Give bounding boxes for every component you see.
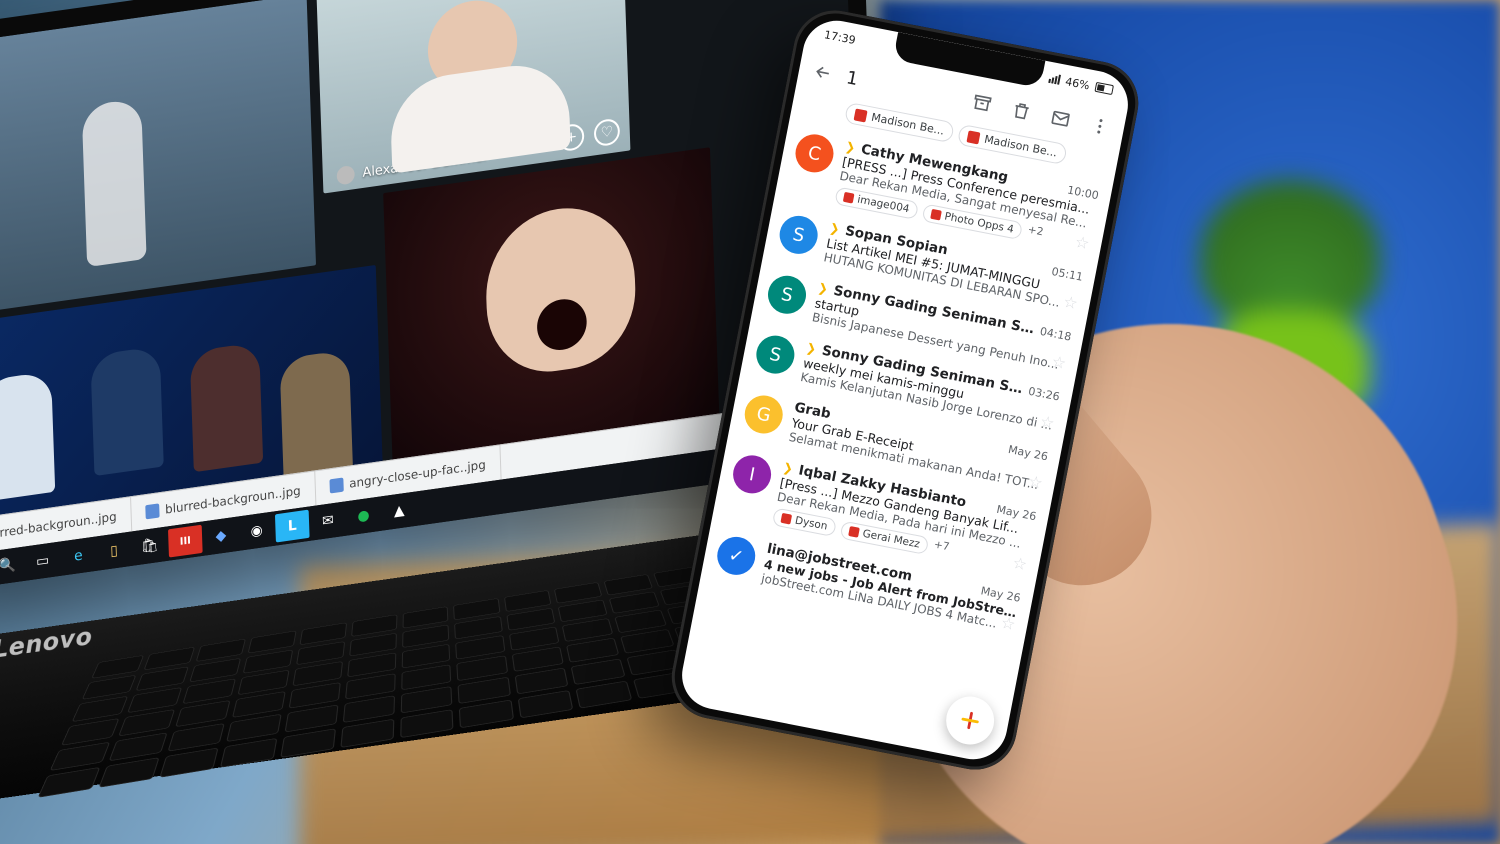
- important-icon: ❯: [844, 139, 857, 155]
- sender-avatar[interactable]: I: [730, 452, 775, 497]
- sender-avatar[interactable]: ✓: [714, 534, 759, 579]
- search-icon[interactable]: 🔍: [0, 550, 24, 583]
- app-icon[interactable]: III: [168, 525, 203, 558]
- sender-avatar[interactable]: S: [765, 272, 810, 317]
- app-icon[interactable]: ◆: [204, 520, 239, 553]
- star-icon[interactable]: ☆: [999, 613, 1017, 634]
- signal-icon: [1048, 73, 1061, 85]
- more-icon[interactable]: [1081, 108, 1119, 146]
- star-icon[interactable]: ☆: [1011, 553, 1029, 574]
- battery-icon: [1094, 82, 1114, 95]
- star-icon[interactable]: ☆: [1062, 292, 1080, 313]
- status-time: 17:39: [823, 28, 857, 47]
- photo-credit[interactable]: Alexander Dummer: [336, 146, 488, 185]
- edge-icon[interactable]: e: [61, 540, 96, 573]
- mail-icon[interactable]: ✉: [311, 505, 346, 538]
- explorer-icon[interactable]: ▯: [97, 535, 132, 568]
- attachment-more: +2: [1026, 224, 1045, 245]
- attachment-more: +7: [932, 538, 951, 559]
- sender-avatar[interactable]: G: [741, 392, 786, 437]
- attachment-icon: [780, 513, 792, 525]
- sender-avatar[interactable]: S: [753, 332, 798, 377]
- back-icon[interactable]: [804, 54, 842, 92]
- important-icon: ❯: [817, 281, 830, 297]
- attachment-icon: [930, 209, 942, 221]
- battery-label: 46%: [1064, 75, 1090, 92]
- spotify-icon[interactable]: ●: [346, 500, 381, 533]
- attachment-icon: [848, 526, 860, 538]
- chrome-icon[interactable]: ◉: [239, 515, 274, 548]
- star-icon[interactable]: ☆: [1073, 232, 1091, 253]
- heart-icon[interactable]: ♡: [594, 118, 621, 148]
- delete-icon[interactable]: [1003, 92, 1041, 130]
- attachment-icon: [967, 130, 981, 144]
- star-icon[interactable]: ☆: [1038, 412, 1056, 433]
- add-icon[interactable]: +: [558, 123, 585, 153]
- star-icon[interactable]: ☆: [1027, 471, 1045, 492]
- important-icon: ❯: [782, 460, 795, 476]
- star-icon[interactable]: ☆: [1050, 352, 1068, 373]
- important-icon: ❯: [828, 221, 841, 237]
- gallery-image-scream[interactable]: [383, 147, 719, 464]
- credit-name: Alexander Dummer: [362, 148, 488, 181]
- gallery-image-dancer[interactable]: [0, 0, 316, 318]
- selection-count: 1: [845, 67, 860, 90]
- photo-scene: Alexander Dummer + ♡ blurred-backgroun..…: [0, 0, 1500, 844]
- attachment-icon: [854, 108, 868, 122]
- store-icon[interactable]: 🛍: [132, 530, 167, 563]
- avatar-icon: [336, 165, 354, 186]
- sender-avatar[interactable]: C: [792, 131, 837, 176]
- file-icon: [145, 503, 159, 519]
- file-icon: [329, 478, 343, 494]
- attachment-icon: [843, 192, 855, 204]
- archive-icon[interactable]: [963, 85, 1001, 123]
- mark-unread-icon[interactable]: [1042, 100, 1080, 138]
- sender-avatar[interactable]: S: [776, 213, 821, 258]
- app-icon[interactable]: L: [275, 510, 310, 543]
- background-plant: [1170, 160, 1380, 420]
- important-icon: ❯: [805, 341, 818, 357]
- app-icon[interactable]: ▲: [382, 495, 417, 528]
- task-view-icon[interactable]: ▭: [25, 545, 60, 578]
